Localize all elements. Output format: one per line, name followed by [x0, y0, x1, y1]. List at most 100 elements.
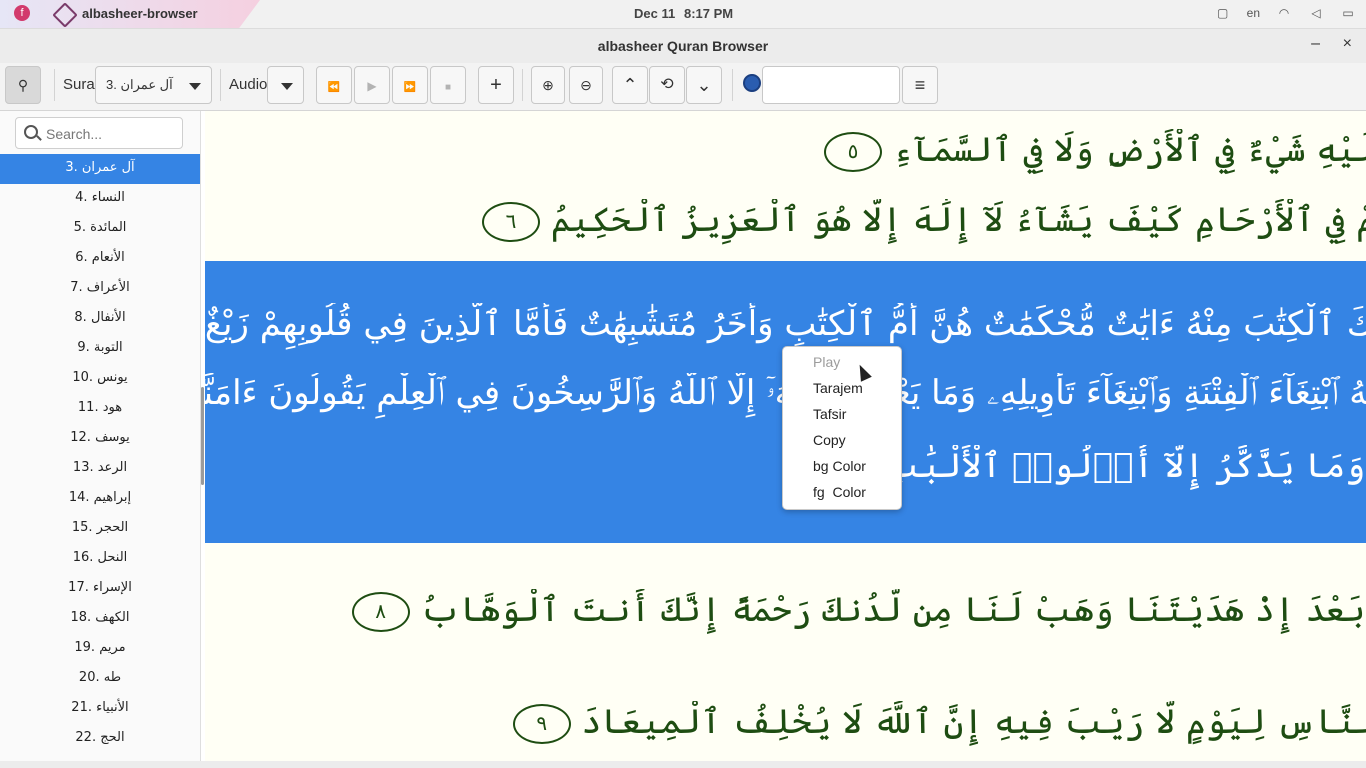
sura-list-item[interactable]: 5. المائدة — [0, 214, 200, 244]
menu-item-tafsir[interactable]: Tafsir — [813, 406, 846, 422]
sura-list-item[interactable]: 7. الأعراف — [0, 274, 200, 304]
play-button[interactable]: ▶ — [354, 66, 390, 104]
add-button[interactable]: + — [478, 66, 514, 104]
next-verse-button[interactable]: ⌄ — [686, 66, 722, 104]
toolbar-separator — [732, 69, 733, 101]
zoom-out-icon: ⊖ — [580, 77, 592, 93]
sura-list-item[interactable]: 15. الحجر — [0, 514, 200, 544]
verse-text: ٱلنَّاسِ لِيَوْمٍ لَّا رَيْبَ فِيهِ إِنَ… — [581, 702, 1366, 742]
sura-list-item[interactable]: 10. يونس — [0, 364, 200, 394]
sidebar-scrollbar[interactable] — [201, 387, 204, 485]
minimize-button[interactable]: – — [1311, 35, 1320, 53]
stop-icon: ■ — [444, 82, 452, 93]
menu-item-fg-color[interactable]: fg Color — [813, 484, 866, 500]
sura-list-item[interactable]: 4. النساء — [0, 184, 200, 214]
verse-number-marker: ٨ — [351, 592, 410, 632]
activities-icon[interactable]: f — [14, 5, 30, 21]
sura-list-item[interactable]: 16. النحل — [0, 544, 200, 574]
sura-list-item[interactable]: 11. هود — [0, 394, 200, 424]
sura-list-item[interactable]: 14. إبراهيم — [0, 484, 200, 514]
menu-item-tarajem[interactable]: Tarajem — [813, 380, 863, 396]
wifi-icon[interactable]: ◠ — [1276, 5, 1292, 21]
verse-text: نَا وَمَا يَذَّكَّرُ إِلَّآ أُو۟لُوا۟ ٱل… — [881, 446, 1366, 486]
audio-select[interactable] — [267, 66, 304, 104]
battery-icon[interactable]: ▭ — [1340, 5, 1356, 21]
sura-list-item[interactable]: 22. الحج — [0, 724, 200, 754]
sura-list-item[interactable]: 13. الرعد — [0, 454, 200, 484]
find-icon — [743, 74, 761, 92]
window-titlebar: albasheer Quran Browser – × — [0, 29, 1366, 64]
play-icon: ▶ — [367, 79, 377, 93]
stop-button[interactable]: ■ — [430, 66, 466, 104]
search-icon — [24, 125, 38, 139]
bottom-edge — [0, 761, 1366, 768]
chevron-down-icon: ⌄ — [696, 75, 712, 95]
date[interactable]: Dec 11 — [634, 6, 675, 21]
sura-list-item[interactable]: 20. طه — [0, 664, 200, 694]
menu-button[interactable]: ≡ — [902, 66, 938, 104]
system-top-bar: f albasheer-browser Dec 11 8:17 PM ▢ en … — [0, 0, 1366, 29]
audio-label: Audio — [229, 76, 268, 93]
verse-number-marker: ٩ — [512, 704, 571, 744]
sidebar-search-input[interactable] — [44, 123, 180, 145]
sura-label: Sura — [63, 76, 95, 93]
verse-number-marker: ٥ — [824, 132, 883, 172]
sura-list-item[interactable]: 6. الأنعام — [0, 244, 200, 274]
loop-icon: ⟲ — [660, 76, 674, 93]
sura-list-item[interactable]: 18. الكهف — [0, 604, 200, 634]
sura-list-item[interactable]: 8. الأنفال — [0, 304, 200, 334]
chevron-up-icon: ⌃ — [622, 75, 638, 95]
menu-item-copy[interactable]: Copy — [813, 432, 846, 448]
window-title: albasheer Quran Browser — [597, 38, 769, 54]
zoom-in-button[interactable]: ⊕ — [531, 66, 565, 104]
rewind-button[interactable]: ⏪ — [316, 66, 352, 104]
sura-list-item[interactable]: 3. آل عمران — [0, 154, 200, 184]
verse-5[interactable]: عَلَيْهِ شَيْءٌ فِي ٱلْأَرْضِ وَلَا فِي … — [205, 129, 1366, 179]
verse-8[interactable]: نَا بَعْدَ إِذْ هَدَيْتَنَا وَهَبْ لَنَا… — [205, 589, 1366, 639]
main-toolbar: ⚲ Sura 3. آل عمران Audio ⏪ ▶ ⏩ ■ + ⊕ ⊖ ⌃… — [0, 63, 1366, 111]
verse-text: كُمْ فِي ٱلْأَرْحَامِ كَيْفَ يَشَآءُ لَآ… — [550, 200, 1366, 240]
sura-list: 3. آل عمران 4. النساء 5. المائدة 6. الأن… — [0, 154, 200, 754]
chevron-down-icon — [189, 83, 201, 90]
volume-icon[interactable]: ◁ — [1308, 5, 1324, 21]
chevron-down-icon — [281, 83, 293, 90]
toolbar-separator — [522, 69, 523, 101]
menu-item-bg-color[interactable]: bg Color — [813, 458, 866, 474]
clipboard-icon[interactable]: ▢ — [1215, 5, 1231, 21]
loop-button[interactable]: ⟲ — [649, 66, 685, 104]
toggle-search-button[interactable]: ⚲ — [5, 66, 41, 104]
verse-6[interactable]: كُمْ فِي ٱلْأَرْحَامِ كَيْفَ يَشَآءُ لَآ… — [205, 199, 1366, 249]
close-button[interactable]: × — [1343, 35, 1352, 53]
sura-list-item[interactable]: 21. الأنبياء — [0, 694, 200, 724]
verse-9[interactable]: ٱلنَّاسِ لِيَوْمٍ لَّا رَيْبَ فِيهِ إِنَ… — [205, 701, 1366, 751]
forward-button[interactable]: ⏩ — [392, 66, 428, 104]
menu-item-play[interactable]: Play — [813, 354, 840, 370]
clock[interactable]: 8:17 PM — [684, 6, 733, 21]
sura-list-item[interactable]: 12. يوسف — [0, 424, 200, 454]
rewind-icon: ⏪ — [327, 82, 341, 93]
system-tray: ▢ en ◠ ◁ ▭ — [1215, 5, 1356, 21]
previous-verse-button[interactable]: ⌃ — [612, 66, 648, 104]
app-name[interactable]: albasheer-browser — [82, 6, 198, 21]
sura-select[interactable]: 3. آل عمران — [95, 66, 212, 104]
hamburger-menu-icon: ≡ — [914, 75, 926, 95]
verse-text: لَيْكَ ٱلْكِتَٰبَ مِنْهُ ءَايَٰتٌ مُّحْك… — [205, 304, 1366, 344]
sura-list-item[interactable]: 19. مريم — [0, 634, 200, 664]
search-icon: ⚲ — [17, 77, 29, 93]
verse-number-marker: ٦ — [482, 202, 540, 242]
verse-text: عَلَيْهِ شَيْءٌ فِي ٱلْأَرْضِ وَلَا فِي … — [892, 130, 1366, 170]
verse-context-menu: Play Tarajem Tafsir Copy bg Color fg Col… — [782, 346, 902, 510]
sidebar-search[interactable] — [15, 117, 183, 149]
zoom-in-icon: ⊕ — [542, 77, 554, 93]
sura-select-value: 3. آل عمران — [106, 77, 173, 92]
sura-list-item[interactable]: 17. الإسراء — [0, 574, 200, 604]
sura-list-item[interactable]: 9. التوبة — [0, 334, 200, 364]
sura-sidebar: 3. آل عمران 4. النساء 5. المائدة 6. الأن… — [0, 111, 201, 761]
find-input[interactable] — [762, 66, 900, 104]
plus-icon: + — [490, 74, 502, 96]
zoom-out-button[interactable]: ⊖ — [569, 66, 603, 104]
toolbar-separator — [220, 69, 221, 101]
toolbar-separator — [54, 69, 55, 101]
forward-icon: ⏩ — [403, 82, 417, 93]
language-indicator[interactable]: en — [1247, 6, 1260, 20]
